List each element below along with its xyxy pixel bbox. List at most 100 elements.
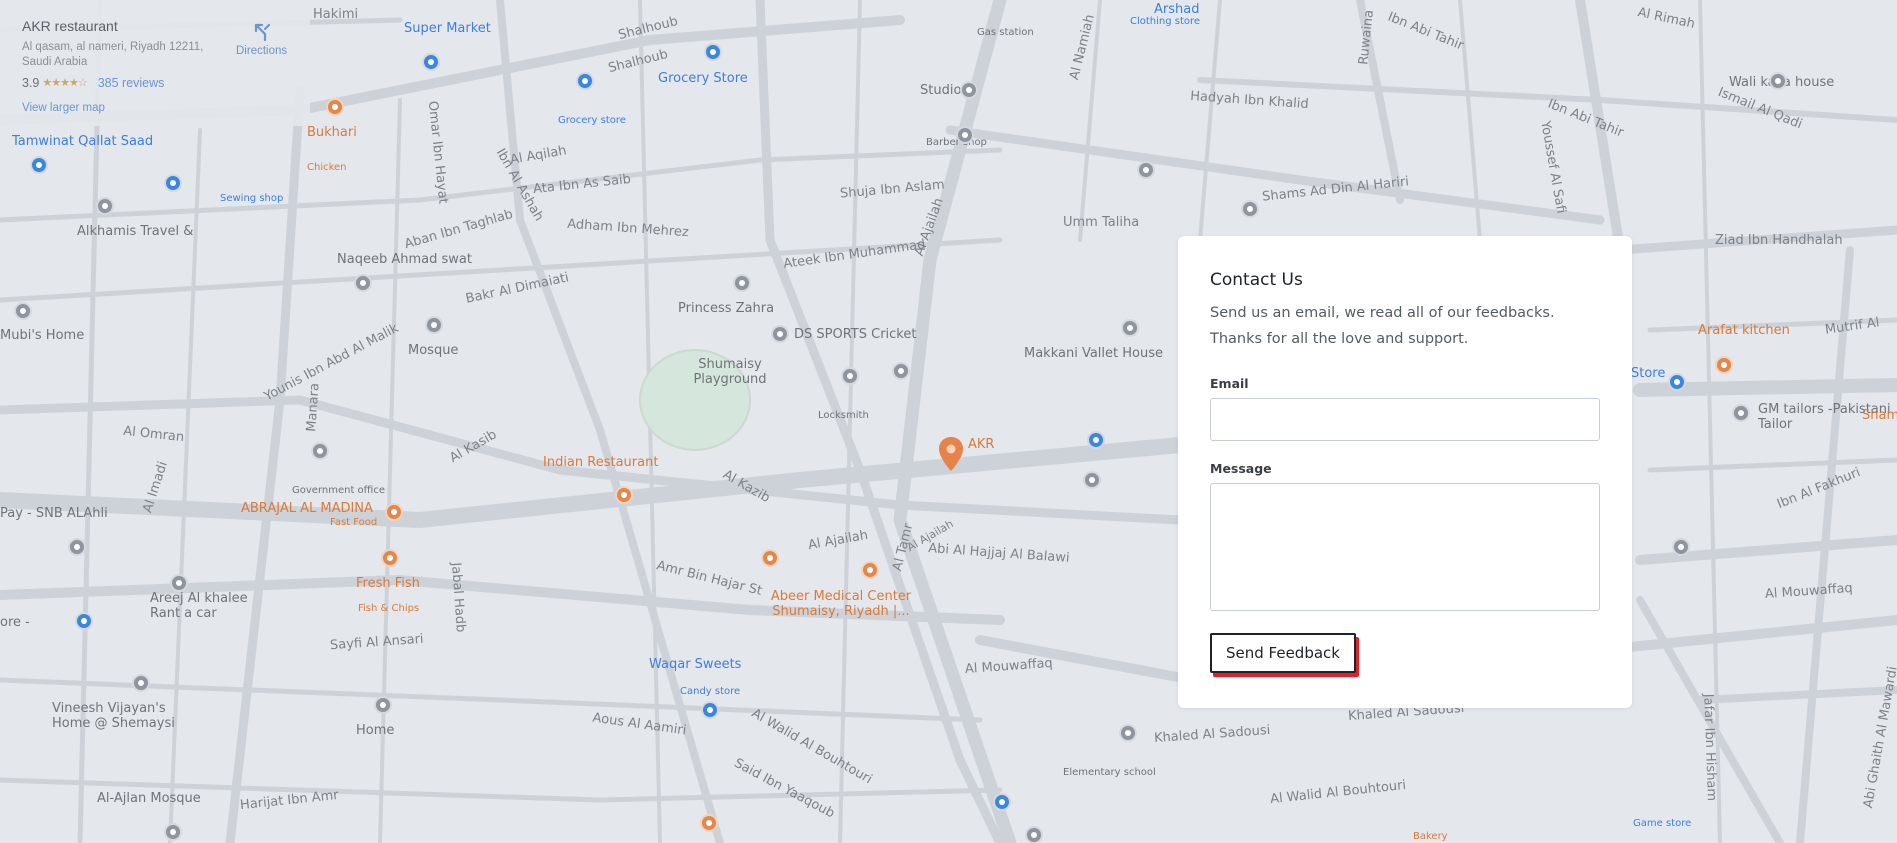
- place-label: Gas station: [977, 27, 1034, 38]
- place-label: DS SPORTS Cricket: [794, 327, 917, 342]
- shopping-pin-icon[interactable]: [993, 793, 1011, 811]
- place-label: Elementary school: [1063, 767, 1156, 778]
- place-pin-icon[interactable]: [96, 197, 114, 215]
- restaurant-pin-icon[interactable]: [615, 486, 633, 504]
- place-pin-icon[interactable]: [14, 302, 32, 320]
- place-pin-icon[interactable]: [956, 126, 974, 144]
- akr-location-pin-icon[interactable]: [939, 437, 963, 471]
- place-pin-icon[interactable]: [841, 367, 859, 385]
- message-label: Message: [1210, 461, 1272, 477]
- place-pin-icon[interactable]: [771, 325, 789, 343]
- place-label: Chicken: [307, 162, 347, 173]
- shopping-pin-icon[interactable]: [1668, 373, 1686, 391]
- place-label: Grocery Store: [658, 71, 748, 86]
- shopping-pin-icon[interactable]: [701, 701, 719, 719]
- place-label: Mosque: [408, 343, 459, 358]
- shopping-pin-icon[interactable]: [704, 43, 722, 61]
- shopping-pin-icon[interactable]: [576, 72, 594, 90]
- place-label: Store: [1631, 366, 1666, 381]
- place-label: Home: [356, 723, 395, 738]
- place-label: AKR: [968, 437, 995, 452]
- place-pin-icon[interactable]: [374, 696, 392, 714]
- place-pin-icon[interactable]: [1672, 538, 1690, 556]
- place-label: Super Market: [404, 21, 491, 36]
- shopping-pin-icon[interactable]: [422, 53, 440, 71]
- place-label: Bakery: [1413, 831, 1448, 842]
- directions-button[interactable]: Directions: [236, 22, 287, 57]
- place-pin-icon[interactable]: [68, 538, 86, 556]
- email-field[interactable]: [1210, 398, 1600, 442]
- place-label: Alkhamis Travel &: [77, 224, 194, 239]
- place-label: Areej Al khalee Rant a car: [150, 591, 248, 621]
- restaurant-pin-icon[interactable]: [761, 549, 779, 567]
- place-label: Arafat kitchen: [1698, 323, 1790, 338]
- place-label: Fish & Chips: [358, 603, 420, 614]
- place-label: Al-Ajlan Mosque: [97, 791, 201, 806]
- street-label: Jafar Ibn Hisham: [1700, 693, 1719, 802]
- place-label: Studio: [920, 83, 962, 98]
- rating-value: 3.9: [22, 75, 40, 90]
- place-pin-icon[interactable]: [1137, 161, 1155, 179]
- place-pin-icon[interactable]: [1241, 200, 1259, 218]
- place-label: Abeer Medical Center Shumaisy, Riyadh |.…: [770, 589, 912, 619]
- restaurant-pin-icon[interactable]: [385, 503, 403, 521]
- directions-label: Directions: [236, 45, 288, 57]
- place-address: Al qasam, al nameri, Riyadh 12211, Saudi…: [22, 41, 204, 68]
- place-pin-icon[interactable]: [1121, 319, 1139, 337]
- place-pin-icon[interactable]: [132, 674, 150, 692]
- rating-stars-icon: ★★★★☆: [42, 77, 87, 90]
- place-pin-icon[interactable]: [1083, 471, 1101, 489]
- place-pin-icon[interactable]: [892, 362, 910, 380]
- restaurant-pin-icon[interactable]: [381, 549, 399, 567]
- place-label: Pay - SNB ALAhli: [0, 506, 108, 521]
- view-larger-map-link[interactable]: View larger map: [22, 102, 310, 114]
- message-field[interactable]: [1210, 483, 1600, 612]
- school-pin-icon[interactable]: [1119, 724, 1137, 742]
- place-pin-icon[interactable]: [960, 81, 978, 99]
- shopping-pin-icon[interactable]: [30, 156, 48, 174]
- place-label: Grocery store: [558, 115, 626, 126]
- place-label: Clothing store: [1130, 16, 1201, 27]
- email-label: Email: [1210, 376, 1249, 392]
- mosque-pin-icon[interactable]: [425, 316, 443, 334]
- contact-title: Contact Us: [1210, 270, 1303, 290]
- place-label: Sewing shop: [220, 193, 284, 204]
- contact-form-card: Contact Us Send us an email, we read all…: [1178, 236, 1632, 708]
- place-rating-row: 3.9 ★★★★☆ 385 reviews: [22, 76, 310, 90]
- place-label: Government office: [292, 485, 385, 496]
- place-label: Vineesh Vijayan's Home @ Shemaysi: [52, 701, 175, 731]
- mosque-pin-icon[interactable]: [164, 823, 182, 841]
- restaurant-pin-icon[interactable]: [326, 98, 344, 116]
- place-pin-icon[interactable]: [733, 274, 751, 292]
- directions-icon: [254, 23, 270, 42]
- reviews-link[interactable]: 385 reviews: [98, 76, 165, 90]
- place-label: Mubi's Home: [0, 328, 85, 343]
- street-label: Hakimi: [313, 7, 359, 22]
- place-label: Indian Restaurant: [543, 455, 659, 470]
- hospital-pin-icon[interactable]: [861, 561, 879, 579]
- place-pin-icon[interactable]: [1732, 404, 1750, 422]
- place-pin-icon[interactable]: [170, 574, 188, 592]
- shopping-pin-icon[interactable]: [164, 174, 182, 192]
- place-label: Makkani Vallet House: [1024, 346, 1164, 361]
- place-label: Fresh Fish: [356, 576, 420, 591]
- restaurant-pin-icon[interactable]: [1715, 356, 1733, 374]
- restaurant-pin-icon[interactable]: [700, 814, 718, 832]
- shopping-pin-icon[interactable]: [1087, 431, 1105, 449]
- place-label: Fast Food: [330, 517, 378, 528]
- place-label: ore -: [0, 615, 30, 630]
- government-pin-icon[interactable]: [311, 442, 329, 460]
- place-pin-icon[interactable]: [1769, 72, 1787, 90]
- place-label: Game store: [1633, 818, 1692, 829]
- place-label: Naqeeb Ahmad swat: [337, 252, 472, 267]
- place-label: Locksmith: [818, 410, 869, 421]
- place-pin-icon[interactable]: [354, 274, 372, 292]
- contact-description: Send us an email, we read all of our fee…: [1210, 305, 1555, 348]
- place-pin-icon[interactable]: [1025, 826, 1043, 843]
- street-label: Ziad Ibn Handhalah: [1715, 233, 1843, 248]
- send-feedback-button[interactable]: Send Feedback: [1210, 633, 1356, 674]
- shopping-pin-icon[interactable]: [75, 612, 93, 630]
- place-label: Shumaisy Playground: [693, 357, 767, 387]
- place-label: Princess Zahra: [678, 301, 775, 316]
- place-label: Tamwinat Qallat Saad: [12, 134, 154, 149]
